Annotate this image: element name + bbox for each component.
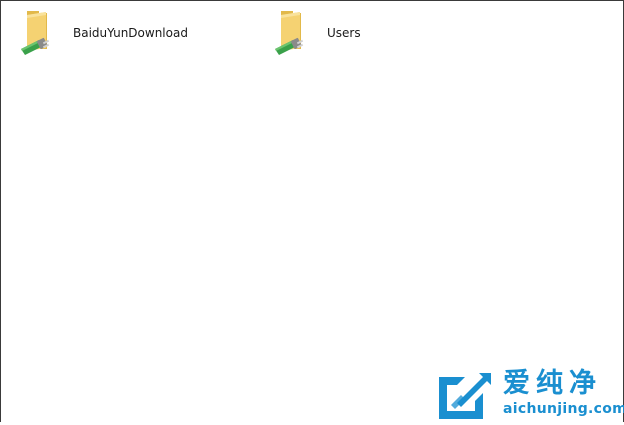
folder-item-baiduyundownload[interactable]: BaiduYunDownload <box>19 9 249 59</box>
folder-label: BaiduYunDownload <box>73 26 188 40</box>
watermark-url: aichunjing.com <box>503 401 624 417</box>
shared-folder-icon <box>273 9 311 59</box>
folder-item-users[interactable]: Users <box>273 9 503 59</box>
shared-folder-icon <box>19 9 57 59</box>
folder-label: Users <box>327 26 361 40</box>
file-explorer-content-pane: BaiduYunDownload Users 爱纯净 aichunjing.co… <box>0 0 624 422</box>
watermark-logo-icon <box>435 371 493 421</box>
folder-list: BaiduYunDownload Users <box>1 1 623 61</box>
watermark-chinese-text: 爱纯净 <box>503 368 602 399</box>
watermark: 爱纯净 aichunjing.com <box>433 368 624 421</box>
